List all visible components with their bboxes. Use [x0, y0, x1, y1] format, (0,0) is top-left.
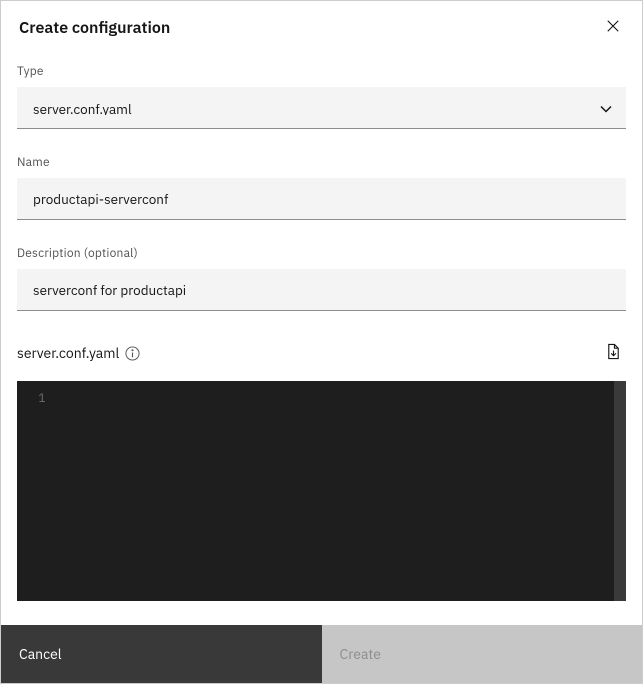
name-input[interactable]	[17, 178, 626, 220]
description-label: Description (optional)	[17, 246, 626, 261]
type-select[interactable]: server.conf.yaml	[17, 87, 626, 129]
create-configuration-modal: Create configuration Type server.conf.ya…	[1, 1, 642, 683]
modal-body[interactable]: Type server.conf.yaml Name Description (…	[1, 50, 642, 625]
editor-header: server.conf.yaml	[17, 339, 626, 367]
code-content[interactable]	[67, 381, 626, 601]
line-number: 1	[17, 391, 67, 406]
close-button[interactable]	[602, 15, 624, 40]
name-field-group: Name	[17, 155, 626, 220]
description-input[interactable]	[17, 269, 626, 311]
code-gutter: 1	[17, 381, 67, 601]
import-file-button[interactable]	[601, 339, 626, 367]
create-button[interactable]: Create	[322, 625, 643, 683]
editor-scrollbar[interactable]	[614, 381, 626, 601]
editor-section: server.conf.yaml	[17, 339, 626, 601]
modal-footer: Cancel Create	[1, 625, 642, 683]
close-icon	[606, 19, 620, 36]
info-icon[interactable]	[125, 343, 140, 363]
code-editor[interactable]: 1	[17, 381, 626, 601]
editor-title: server.conf.yaml	[17, 344, 119, 362]
cancel-button[interactable]: Cancel	[1, 625, 322, 683]
description-field-group: Description (optional)	[17, 246, 626, 311]
type-label: Type	[17, 64, 626, 79]
modal-header: Create configuration	[1, 1, 642, 50]
document-import-icon	[605, 348, 622, 363]
type-field-group: Type server.conf.yaml	[17, 64, 626, 129]
name-label: Name	[17, 155, 626, 170]
modal-title: Create configuration	[19, 18, 170, 38]
